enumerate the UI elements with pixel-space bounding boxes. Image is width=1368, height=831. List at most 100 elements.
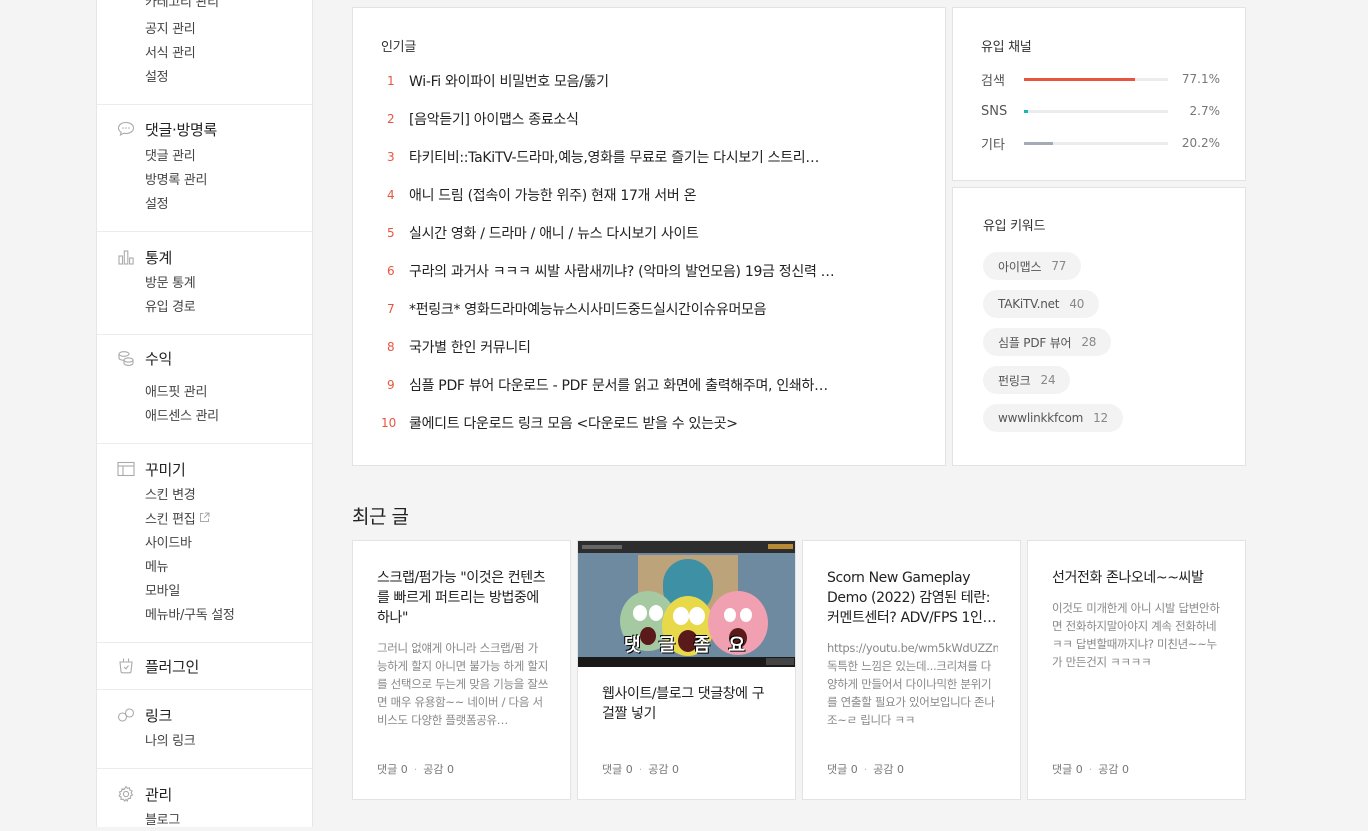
popular-post-title[interactable]: [음악듣기] 아이맵스 종료소식 — [409, 109, 579, 129]
popular-post-item[interactable]: 10 쿨에디트 다운로드 링크 모음 <다운로드 받을 수 있는곳> — [381, 413, 738, 433]
layout-icon — [117, 460, 135, 478]
popular-post-item[interactable]: 5 실시간 영화 / 드라마 / 애니 / 뉴스 다시보기 사이트 — [381, 223, 699, 243]
sidebar-item-category[interactable]: 카테고리 관리 — [145, 0, 219, 12]
keyword-chip[interactable]: 심플 PDF 뷰어 28 — [983, 328, 1112, 356]
comment-count: 댓글 0 — [1052, 763, 1083, 776]
popular-post-item[interactable]: 3 타키티비::TaKiTV-드라마,예능,영화를 무료로 즐기는 다시보기 스트… — [381, 147, 819, 167]
popular-post-item[interactable]: 1 Wi-Fi 와이파이 비밀번호 모음/뚫기 — [381, 71, 609, 91]
sidebar-item-adfit[interactable]: 애드핏 관리 — [145, 384, 207, 402]
sidebar-head-label: 플러그인 — [145, 657, 200, 676]
recent-post-card[interactable]: 스크랩/펌가능 "이것은 컨텐츠를 빠르게 퍼트리는 방법중에 하나" 그러니 … — [352, 540, 571, 800]
post-title[interactable]: 스크랩/펌가능 "이것은 컨텐츠를 빠르게 퍼트리는 방법중에 하나" — [377, 568, 548, 628]
sidebar-item-visit-stats[interactable]: 방문 통계 — [145, 275, 196, 293]
channel-percent: 2.7% — [1189, 104, 1221, 118]
sidebar-item-my-link[interactable]: 나의 링크 — [145, 733, 196, 751]
post-title[interactable]: 웹사이트/블로그 댓글창에 구걸짤 넣기 — [602, 684, 773, 724]
popular-post-title[interactable]: 심플 PDF 뷰어 다운로드 - PDF 문서를 읽고 화면에 출력해주며, 인… — [409, 375, 828, 395]
divider — [97, 689, 312, 690]
keyword-count: 40 — [1069, 297, 1085, 311]
popular-post-rank: 3 — [387, 150, 395, 164]
sidebar-head-label: 링크 — [145, 706, 173, 725]
sidebar-item-adsense[interactable]: 애드센스 관리 — [145, 408, 219, 426]
recent-post-card[interactable]: Scorn New Gameplay Demo (2022) 감염된 테란: 커… — [802, 540, 1021, 800]
post-title[interactable]: Scorn New Gameplay Demo (2022) 감염된 테란: 커… — [827, 568, 998, 628]
popular-post-item[interactable]: 2 [음악듣기] 아이맵스 종료소식 — [381, 109, 579, 129]
channel-bar-fill — [1024, 109, 1028, 113]
post-meta: 댓글 0 · 공감 0 — [377, 761, 454, 777]
popular-post-title[interactable]: 구라의 과거사 ㅋㅋㅋ 씨발 사람새끼냐? (악마의 발언모음) 19금 정신력… — [409, 261, 834, 281]
keyword-text: TAKiTV.net — [998, 297, 1060, 311]
sidebar-head-decorate[interactable]: 꾸미기 — [117, 457, 186, 481]
sidebar-item-guestbook-manage[interactable]: 방명록 관리 — [145, 172, 207, 190]
popular-post-title[interactable]: *펀링크* 영화드라마예능뉴스시사미드중드실시간이슈유머모음 — [409, 299, 766, 319]
sidebar-item-menu[interactable]: 메뉴 — [145, 559, 169, 577]
keyword-count: 77 — [1051, 259, 1067, 273]
popular-posts-card: 인기글 1 Wi-Fi 와이파이 비밀번호 모음/뚫기 2 [음악듣기] 아이맵스 종… — [352, 7, 946, 466]
popular-post-item[interactable]: 6 구라의 과거사 ㅋㅋㅋ 씨발 사람새끼냐? (악마의 발언모음) 19금 정신… — [381, 261, 834, 281]
popular-post-rank: 2 — [387, 112, 395, 126]
popular-post-rank: 8 — [387, 340, 395, 354]
like-count: 공감 0 — [1098, 763, 1129, 776]
channel-percent: 20.2% — [1181, 136, 1220, 150]
sidebar-item-menubar-subscribe[interactable]: 메뉴바/구독 설정 — [145, 607, 235, 625]
sidebar-head-comments[interactable]: 댓글·방명록 — [117, 117, 217, 141]
divider — [97, 231, 312, 232]
popular-post-title[interactable]: Wi-Fi 와이파이 비밀번호 모음/뚫기 — [409, 71, 609, 91]
like-count: 공감 0 — [873, 763, 904, 776]
like-count: 공감 0 — [423, 763, 454, 776]
sidebar-item-template[interactable]: 서식 관리 — [145, 45, 196, 63]
popular-post-title[interactable]: 실시간 영화 / 드라마 / 애니 / 뉴스 다시보기 사이트 — [409, 223, 699, 243]
sidebar-head-plugin[interactable]: 플러그인 — [117, 654, 199, 678]
sidebar-item-sidebar[interactable]: 사이드바 — [145, 535, 192, 553]
keyword-text: 아이맵스 — [998, 259, 1042, 274]
sidebar-item-comment-manage[interactable]: 댓글 관리 — [145, 148, 196, 166]
sidebar-head-stats[interactable]: 통계 — [117, 245, 172, 269]
popular-post-item[interactable]: 7 *펀링크* 영화드라마예능뉴스시사미드중드실시간이슈유머모음 — [381, 299, 766, 319]
keyword-chip[interactable]: TAKiTV.net 40 — [983, 290, 1100, 318]
comment-count: 댓글 0 — [827, 763, 858, 776]
sidebar-head-link[interactable]: 링크 — [117, 703, 172, 727]
sidebar-head-label: 통계 — [145, 248, 173, 267]
channel-bar-track — [1024, 141, 1168, 145]
like-count: 공감 0 — [648, 763, 679, 776]
divider — [97, 642, 312, 643]
sidebar-head-revenue[interactable]: 수익 — [117, 346, 172, 370]
channel-name: 검색 — [981, 73, 1005, 89]
post-title[interactable]: 선거전화 존나오네~~씨발 — [1052, 568, 1223, 588]
sidebar-head-label: 꾸미기 — [145, 460, 186, 479]
keyword-count: 24 — [1040, 373, 1056, 387]
sidebar-item-mobile[interactable]: 모바일 — [145, 583, 180, 601]
popular-post-title[interactable]: 국가별 한인 커뮤니티 — [409, 337, 531, 357]
popular-post-title[interactable]: 애니 드림 (접속이 가능한 위주) 현재 17개 서버 온 — [409, 185, 696, 205]
keyword-chip[interactable]: wwwlinkkfcom 12 — [983, 404, 1123, 432]
gear-icon — [117, 785, 135, 803]
popular-post-item[interactable]: 4 애니 드림 (접속이 가능한 위주) 현재 17개 서버 온 — [381, 185, 696, 205]
sidebar-item-comment-settings[interactable]: 설정 — [145, 196, 169, 214]
keyword-chip[interactable]: 아이맵스 77 — [983, 252, 1082, 280]
popular-post-rank: 9 — [387, 378, 395, 392]
popular-post-rank: 10 — [381, 416, 397, 430]
sidebar-item-skin-edit[interactable]: 스킨 편집 — [145, 511, 210, 530]
popular-post-item[interactable]: 8 국가별 한인 커뮤니티 — [381, 337, 531, 357]
plug-icon — [117, 657, 135, 675]
separator-dot: · — [863, 762, 868, 776]
recent-post-card[interactable]: 선거전화 존나오네~~씨발 이것도 미개한게 아니 시발 답변안하면 전화하지말… — [1027, 540, 1246, 800]
sidebar-head-manage[interactable]: 관리 — [117, 782, 172, 806]
channel-bar-track — [1024, 109, 1168, 113]
recent-posts-title: 최근 글 — [352, 506, 409, 528]
sidebar-item-blog[interactable]: 블로그 — [145, 812, 180, 827]
popular-post-item[interactable]: 9 심플 PDF 뷰어 다운로드 - PDF 문서를 읽고 화면에 출력해주며, … — [381, 375, 828, 395]
keyword-count: 12 — [1093, 411, 1108, 425]
sidebar-item-referrer[interactable]: 유입 경로 — [145, 299, 196, 317]
channel-bar-fill — [1024, 77, 1136, 81]
comment-count: 댓글 0 — [377, 763, 408, 776]
post-thumbnail[interactable]: 댓 글 좀 요 — [578, 541, 795, 667]
sidebar-item-skin-change[interactable]: 스킨 변경 — [145, 487, 196, 505]
popular-post-title[interactable]: 쿨에디트 다운로드 링크 모음 <다운로드 받을 수 있는곳> — [409, 413, 738, 433]
separator-dot: · — [1088, 762, 1093, 776]
keyword-chip[interactable]: 펀링크 24 — [983, 366, 1071, 394]
popular-post-title[interactable]: 타키티비::TaKiTV-드라마,예능,영화를 무료로 즐기는 다시보기 스트리… — [409, 147, 819, 167]
recent-post-card[interactable]: 댓 글 좀 요 웹사이트/블로그 댓글창에 구걸짤 넣기 댓글 0 · 공감 0 — [577, 540, 796, 800]
sidebar-item-notice[interactable]: 공지 관리 — [145, 21, 196, 39]
sidebar-item-blog-settings[interactable]: 설정 — [145, 69, 169, 87]
